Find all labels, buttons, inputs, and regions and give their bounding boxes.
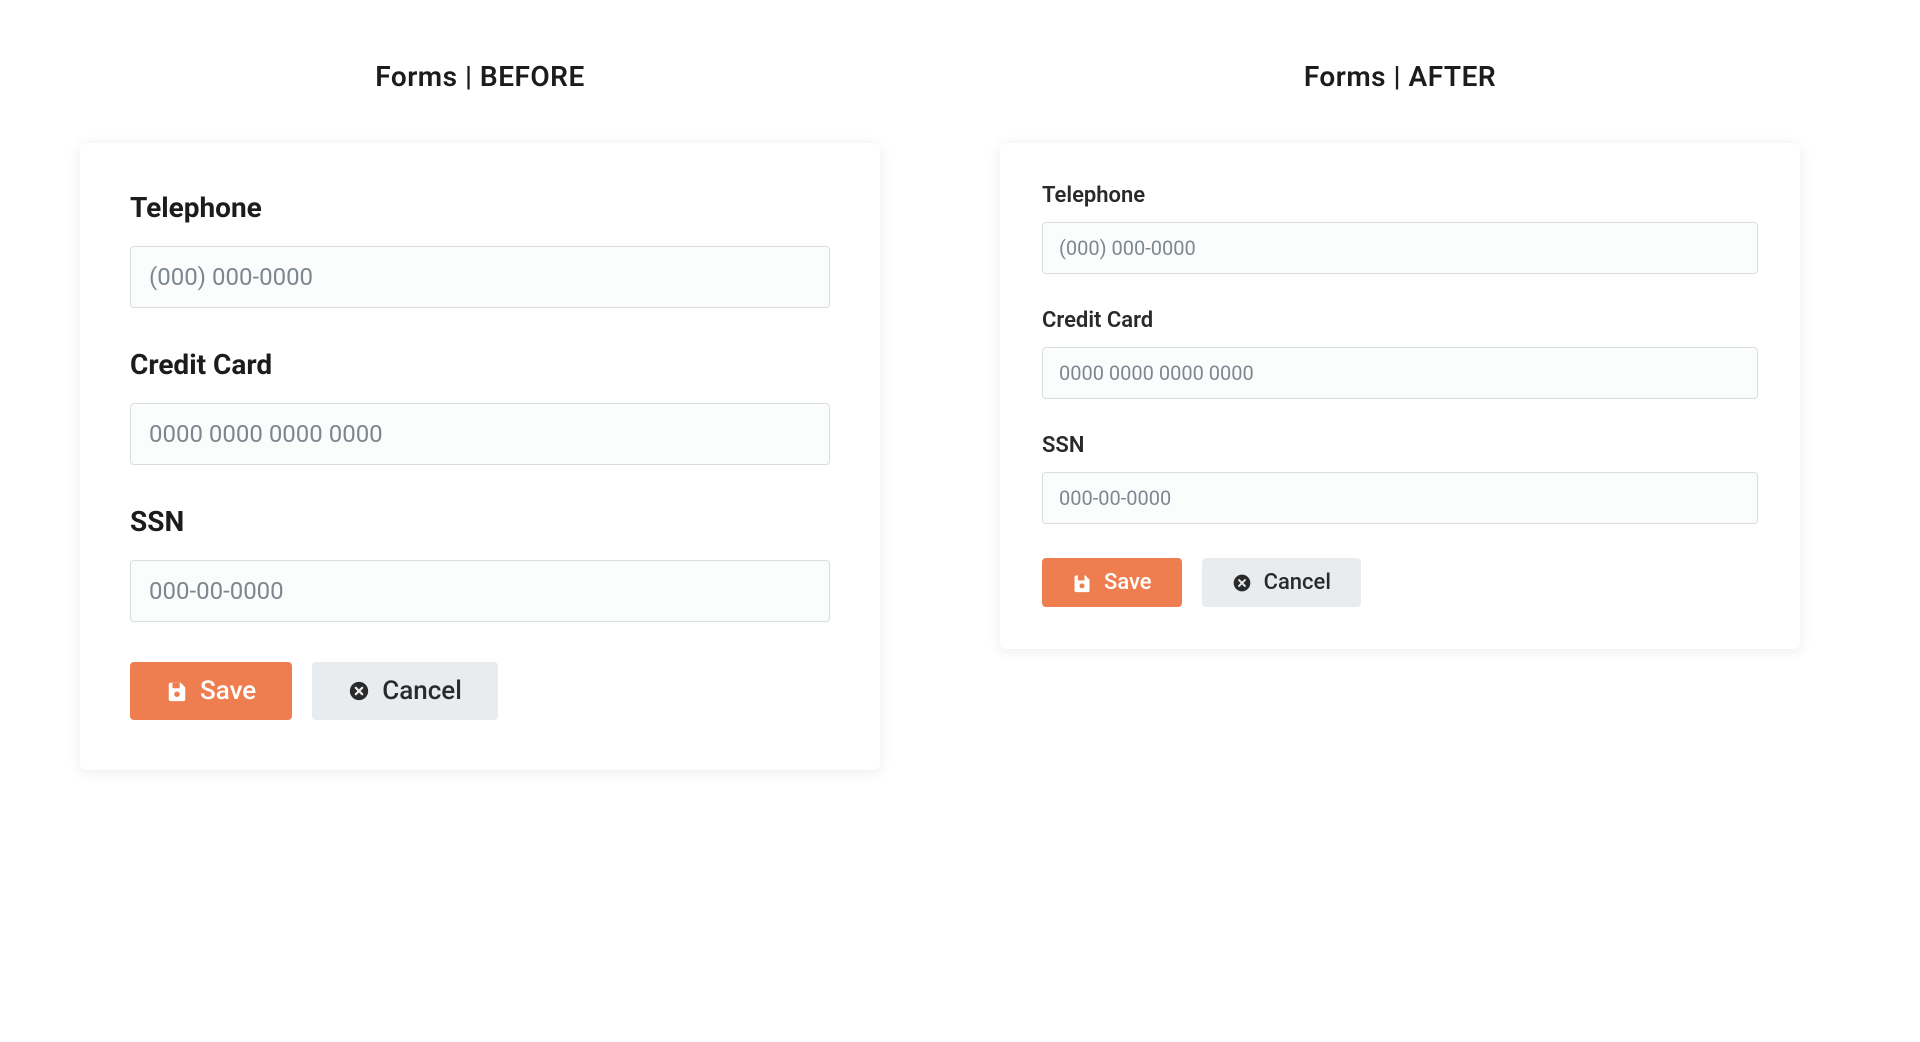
ssn-label: SSN	[1042, 433, 1758, 458]
before-button-row: Save Cancel	[130, 662, 830, 720]
telephone-input[interactable]	[1042, 222, 1758, 274]
telephone-label: Telephone	[130, 191, 830, 224]
save-icon	[166, 680, 188, 702]
credit-card-label: Credit Card	[130, 348, 830, 381]
save-button[interactable]: Save	[1042, 558, 1182, 607]
credit-card-input[interactable]	[130, 403, 830, 465]
telephone-input[interactable]	[130, 246, 830, 308]
telephone-label: Telephone	[1042, 183, 1758, 208]
telephone-field-group: Telephone	[130, 191, 830, 308]
cancel-button-label: Cancel	[1264, 570, 1331, 595]
telephone-field-group: Telephone	[1042, 183, 1758, 274]
ssn-field-group: SSN	[1042, 433, 1758, 524]
credit-card-label: Credit Card	[1042, 308, 1758, 333]
save-icon	[1072, 573, 1092, 593]
save-button[interactable]: Save	[130, 662, 292, 720]
close-icon	[348, 680, 370, 702]
ssn-field-group: SSN	[130, 505, 830, 622]
credit-card-field-group: Credit Card	[130, 348, 830, 465]
cancel-button[interactable]: Cancel	[1202, 558, 1361, 607]
ssn-label: SSN	[130, 505, 830, 538]
ssn-input[interactable]	[1042, 472, 1758, 524]
credit-card-input[interactable]	[1042, 347, 1758, 399]
after-column: Forms | AFTER Telephone Credit Card SSN	[1000, 60, 1800, 649]
cancel-button[interactable]: Cancel	[312, 662, 498, 720]
after-title: Forms | AFTER	[1000, 60, 1800, 93]
before-title: Forms | BEFORE	[80, 60, 880, 93]
save-button-label: Save	[1104, 570, 1152, 595]
after-card: Telephone Credit Card SSN	[1000, 143, 1800, 649]
close-icon	[1232, 573, 1252, 593]
cancel-button-label: Cancel	[382, 676, 462, 706]
before-column: Forms | BEFORE Telephone Credit Card SSN	[80, 60, 880, 770]
before-card: Telephone Credit Card SSN	[80, 143, 880, 770]
after-button-row: Save Cancel	[1042, 558, 1758, 607]
ssn-input[interactable]	[130, 560, 830, 622]
save-button-label: Save	[200, 676, 256, 706]
credit-card-field-group: Credit Card	[1042, 308, 1758, 399]
